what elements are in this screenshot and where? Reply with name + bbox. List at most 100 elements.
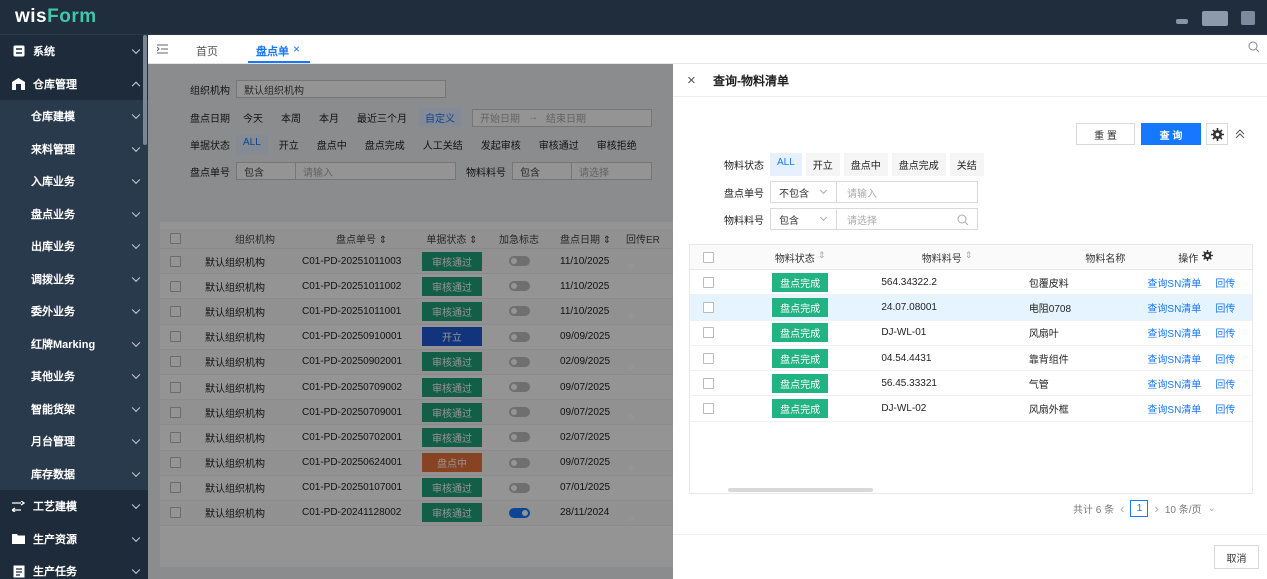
table-row[interactable]: 盘点完成 56.45.33321 气管 查询SN清单 回传 [690, 371, 1252, 397]
col-status-label: 物料状态 [774, 253, 815, 265]
sidebar-group-item[interactable]: 生产任务 [0, 555, 148, 579]
row-checkbox[interactable] [690, 327, 728, 339]
sidebar-sub-item[interactable]: 来料管理 [0, 132, 148, 165]
material-status-chip[interactable]: 盘点中 [843, 153, 888, 176]
material-status-chip[interactable]: 关结 [949, 153, 984, 176]
prev-page-button[interactable]: ‹ [1120, 501, 1124, 516]
sidebar-group-item[interactable]: 仓库管理 [0, 68, 148, 101]
row-checkbox[interactable] [690, 352, 728, 364]
divider [673, 96, 1267, 97]
material-status-chip[interactable]: 盘点完成 [891, 153, 946, 176]
query-button[interactable]: 查 询 [1141, 123, 1201, 145]
task-icon [12, 565, 25, 578]
sidebar-sub-item[interactable]: 出库业务 [0, 230, 148, 263]
material-name-cell: 风扇外框 [1028, 405, 1069, 417]
status-cell: 盘点完成 [728, 373, 872, 393]
drawer-number-input[interactable]: 请输入 [837, 181, 978, 203]
next-page-button[interactable]: › [1154, 501, 1158, 516]
sort-icon[interactable]: ⇕ [965, 250, 973, 265]
close-icon[interactable]: × [687, 72, 696, 89]
sidebar-sub-item[interactable]: 盘点业务 [0, 197, 148, 230]
minimize-icon[interactable] [1176, 19, 1188, 24]
table-row[interactable]: 盘点完成 564.34322.2 包覆皮料 查询SN清单 回传 [690, 270, 1252, 296]
top-bar: wisForm [0, 0, 1267, 35]
select-all-checkbox[interactable] [690, 251, 728, 263]
material-placeholder: 请选择 [847, 215, 877, 227]
sidebar-sub-item[interactable]: 其他业务 [0, 360, 148, 393]
gear-icon [1210, 127, 1224, 141]
tab-stocktake[interactable]: 盘点单 [256, 43, 289, 59]
sidebar-item-label: 系统 [33, 46, 55, 59]
drawer-material-input[interactable]: 请选择 [837, 208, 978, 230]
query-sn-link[interactable]: 查询SN清单 [1147, 401, 1201, 416]
menu-toggle-icon[interactable] [157, 44, 168, 54]
drawer-material-op-select[interactable]: 包含 [770, 208, 837, 230]
table-row[interactable]: 盘点完成 24.07.08001 电阻0708 查询SN清单 回传 [690, 295, 1252, 321]
return-link[interactable]: 回传 [1215, 401, 1235, 416]
gear-icon[interactable] [1202, 249, 1214, 261]
query-sn-link[interactable]: 查询SN清单 [1147, 325, 1201, 340]
sidebar-group-item[interactable]: 工艺建模 [0, 490, 148, 523]
chevron-down-icon [819, 213, 828, 222]
query-sn-link[interactable]: 查询SN清单 [1147, 275, 1201, 290]
page-1-button[interactable]: 1 [1130, 500, 1149, 517]
tab-close-icon[interactable]: × [293, 42, 300, 56]
chevron-down-icon [131, 175, 141, 185]
chevron-down-icon [131, 208, 141, 217]
sidebar-group-item[interactable]: 系统 [0, 35, 148, 68]
sidebar-sub-item[interactable]: 入库业务 [0, 165, 148, 198]
sidebar-sub-item[interactable]: 仓库建模 [0, 100, 148, 133]
material-status-label: 物料状态 [724, 161, 764, 172]
col-material-status[interactable]: 物料状态 ⇕ [728, 250, 872, 265]
tab-home[interactable]: 首页 [196, 43, 218, 59]
sidebar-sub-item[interactable]: 库存数据 [0, 457, 148, 490]
sidebar-item-label: 委外业务 [31, 306, 75, 319]
query-sn-link[interactable]: 查询SN清单 [1147, 300, 1201, 315]
user-avatar[interactable] [1202, 11, 1228, 26]
horizontal-scrollbar[interactable] [728, 488, 873, 492]
row-checkbox[interactable] [690, 377, 728, 389]
query-sn-link[interactable]: 查询SN清单 [1147, 351, 1201, 366]
sidebar-sub-item[interactable]: 红牌Marking [0, 327, 148, 360]
table-row[interactable]: 盘点完成 04.54.4431 靠背组件 查询SN清单 回传 [690, 346, 1252, 372]
row-checkbox[interactable] [690, 301, 728, 313]
material-number-cell: 24.07.08001 [881, 301, 937, 313]
page-size-select[interactable]: 10 条/页 [1165, 501, 1202, 516]
sidebar-item-label: 调拨业务 [31, 273, 75, 286]
search-icon[interactable] [1248, 41, 1260, 53]
material-status-chip[interactable]: ALL [770, 153, 802, 176]
chevron-down-icon [131, 500, 141, 510]
sidebar-sub-item[interactable]: 调拨业务 [0, 262, 148, 295]
table-row[interactable]: 盘点完成 DJ-WL-02 风扇外框 查询SN清单 回传 [690, 396, 1252, 422]
chevron-down-icon [131, 305, 141, 315]
return-link[interactable]: 回传 [1215, 325, 1235, 340]
query-sn-link[interactable]: 查询SN清单 [1147, 376, 1201, 391]
return-link[interactable]: 回传 [1215, 300, 1235, 315]
modal-overlay[interactable] [148, 64, 673, 579]
sidebar-sub-item[interactable]: 智能货架 [0, 392, 148, 425]
sidebar-scrollbar[interactable] [143, 35, 147, 145]
search-icon[interactable] [957, 214, 969, 226]
sidebar-sub-item[interactable]: 委外业务 [0, 295, 148, 328]
row-checkbox[interactable] [690, 403, 728, 415]
settings-button[interactable] [1206, 123, 1228, 145]
window-icon[interactable] [1241, 11, 1255, 25]
drawer-number-op-select[interactable]: 不包含 [770, 181, 837, 203]
drawer-material-label: 物料料号 [724, 215, 764, 227]
material-status-chip[interactable]: 开立 [805, 153, 840, 176]
return-link[interactable]: 回传 [1215, 376, 1235, 391]
col-material-number[interactable]: 物料料号 ⇕ [872, 250, 1021, 265]
reset-button[interactable]: 重 置 [1076, 123, 1135, 145]
table-row[interactable]: 盘点完成 DJ-WL-01 风扇叶 查询SN清单 回传 [690, 321, 1252, 346]
collapse-icon[interactable] [1234, 128, 1246, 140]
row-checkbox[interactable] [690, 276, 728, 288]
operation-cell: 查询SN清单 回传 [1139, 401, 1252, 416]
sort-icon[interactable]: ⇕ [818, 250, 826, 265]
chevron-down-icon [131, 435, 141, 445]
return-link[interactable]: 回传 [1215, 275, 1235, 290]
chevron-down-icon [131, 403, 141, 412]
return-link[interactable]: 回传 [1215, 351, 1235, 366]
cancel-button[interactable]: 取消 [1214, 545, 1259, 569]
sidebar-sub-item[interactable]: 月台管理 [0, 425, 148, 458]
sidebar-group-item[interactable]: 生产资源 [0, 523, 148, 556]
